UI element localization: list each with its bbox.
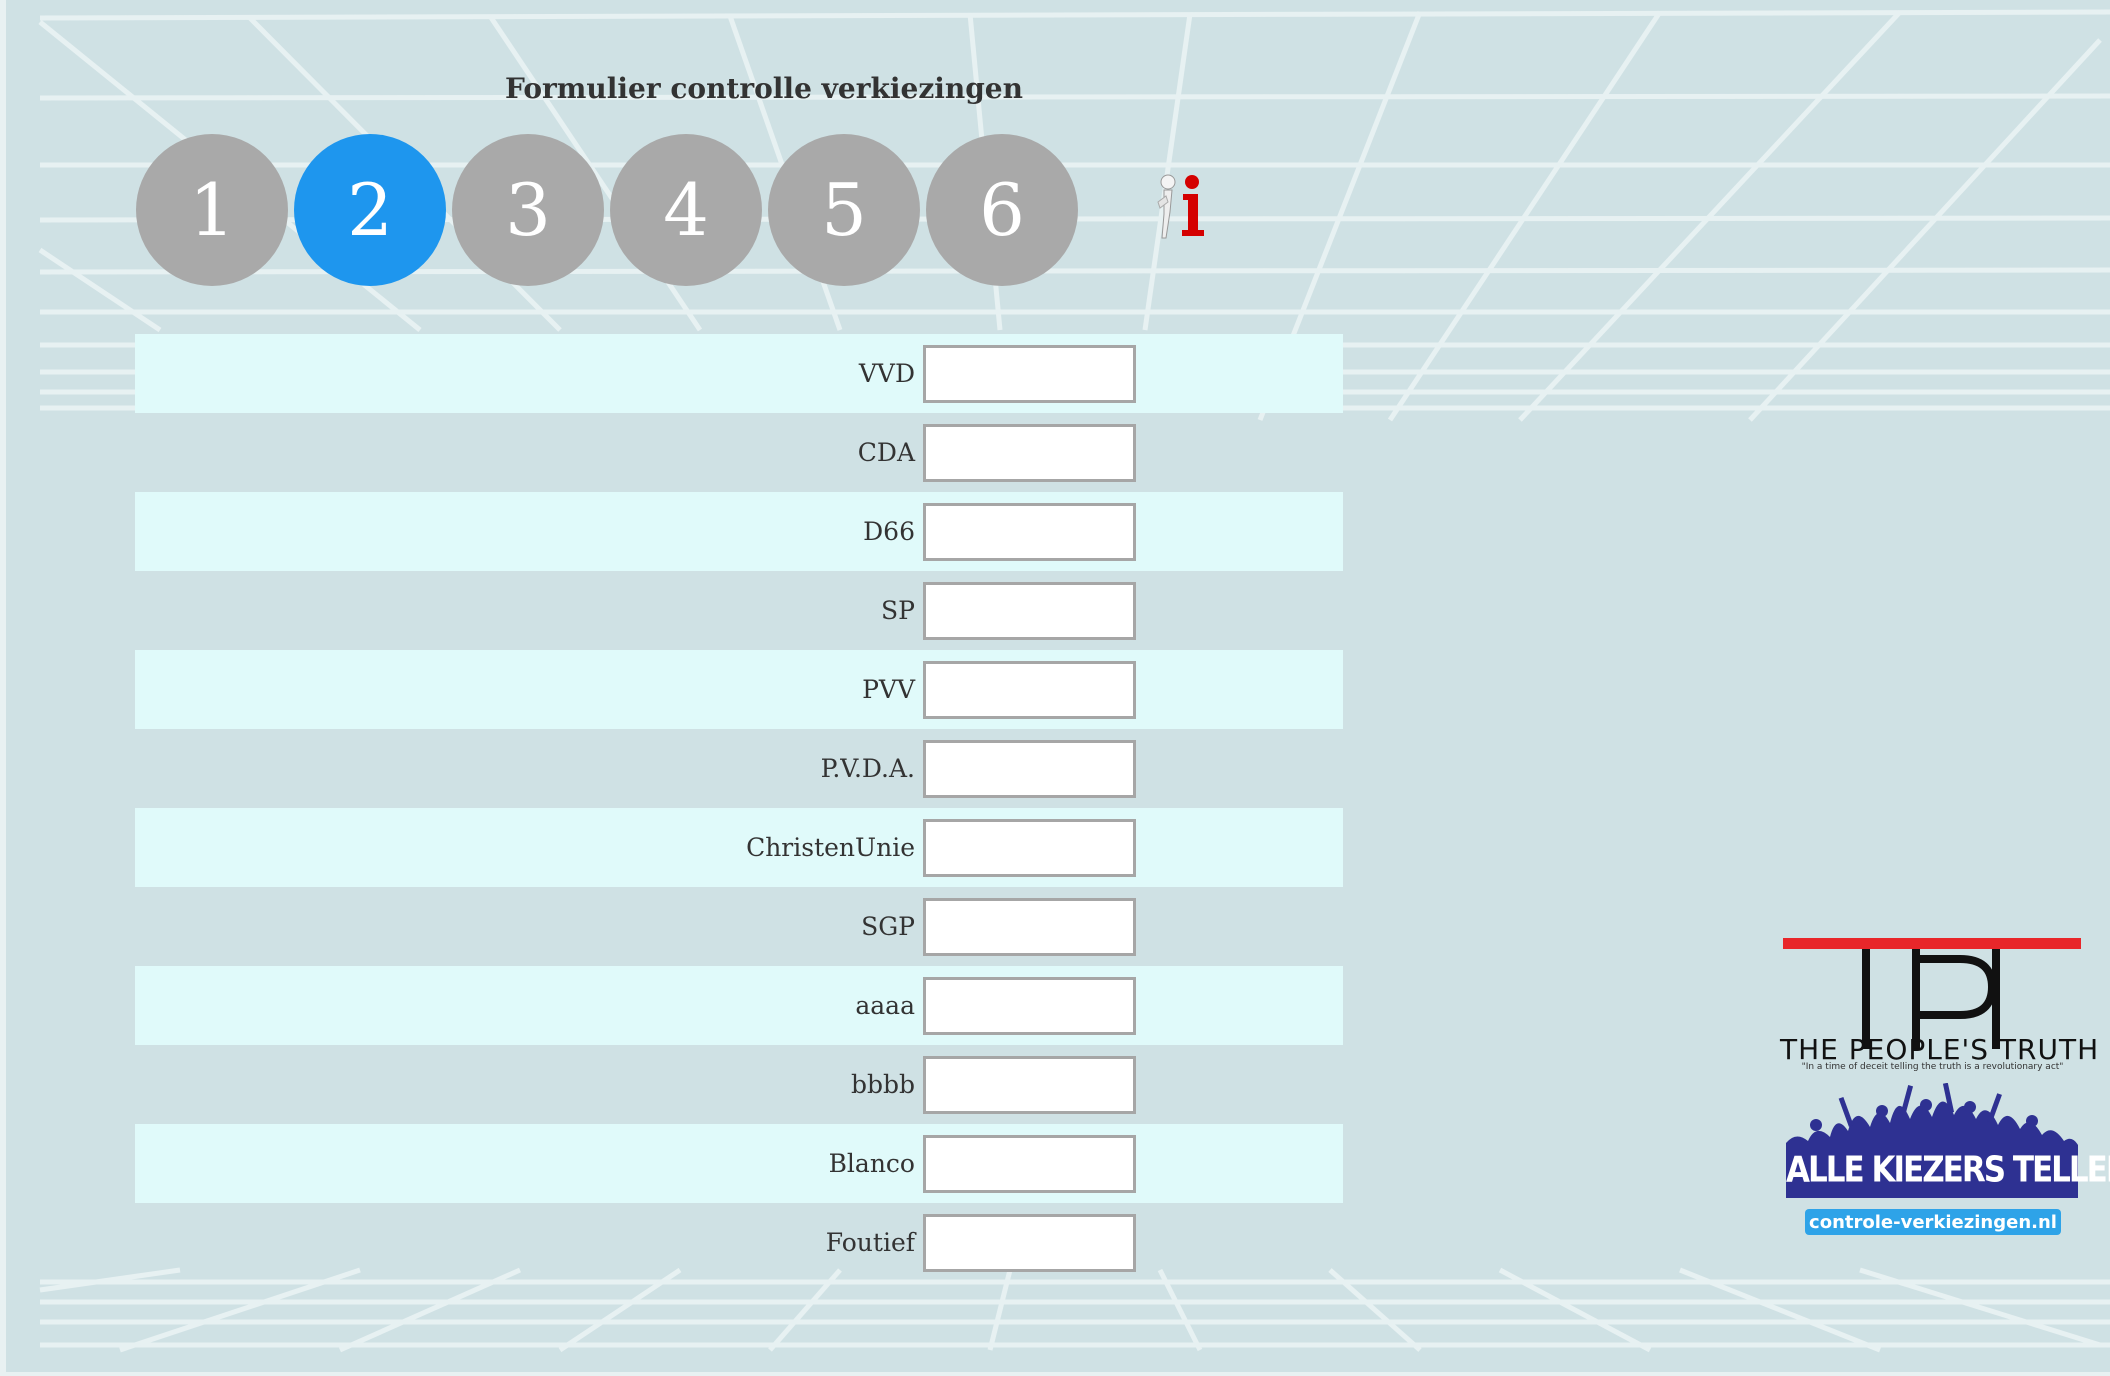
- tpt-quote: "In a time of deceit telling the truth i…: [1801, 1062, 2064, 1072]
- form-row: SGP: [135, 887, 1343, 966]
- party-vote-input[interactable]: [923, 897, 1136, 956]
- party-label: P.V.D.A.: [820, 754, 915, 783]
- step-6-button[interactable]: 6: [926, 134, 1078, 286]
- party-vote-input[interactable]: [923, 502, 1136, 561]
- party-vote-form: VVD CDA D66 SP PVV P.V.D.A. ChristenUnie SGP aaa…: [135, 334, 1343, 1282]
- party-label: ChristenUnie: [746, 833, 915, 862]
- party-label: CDA: [857, 438, 915, 467]
- party-vote-input[interactable]: [923, 739, 1136, 798]
- party-vote-input[interactable]: [923, 344, 1136, 403]
- party-label: SP: [881, 596, 915, 625]
- party-label: bbbb: [850, 1070, 915, 1099]
- step-2-button[interactable]: 2: [294, 134, 446, 286]
- party-vote-input[interactable]: [923, 818, 1136, 877]
- party-vote-input[interactable]: [923, 581, 1136, 640]
- party-vote-input[interactable]: [923, 423, 1136, 482]
- form-row: Foutief: [135, 1203, 1343, 1282]
- step-4-button[interactable]: 4: [610, 134, 762, 286]
- form-row: D66: [135, 492, 1343, 571]
- form-row: SP: [135, 571, 1343, 650]
- party-label: aaaa: [855, 991, 915, 1020]
- form-row: bbbb: [135, 1045, 1343, 1124]
- party-vote-input[interactable]: [923, 1055, 1136, 1114]
- step-1-button[interactable]: 1: [136, 134, 288, 286]
- step-3-button[interactable]: 3: [452, 134, 604, 286]
- page-title: Formulier controlle verkiezingen: [505, 72, 1023, 105]
- form-row: PVV: [135, 650, 1343, 729]
- party-label: PVV: [862, 675, 915, 704]
- party-label: Foutief: [825, 1228, 915, 1257]
- info-icon[interactable]: [1150, 172, 1210, 244]
- party-label: Blanco: [828, 1149, 915, 1178]
- party-vote-input[interactable]: [923, 660, 1136, 719]
- step-5-button[interactable]: 5: [768, 134, 920, 286]
- form-row: Blanco: [135, 1124, 1343, 1203]
- form-row: P.V.D.A.: [135, 729, 1343, 808]
- party-label: D66: [863, 517, 915, 546]
- party-vote-input[interactable]: [923, 1213, 1136, 1272]
- form-row: VVD: [135, 334, 1343, 413]
- party-vote-input[interactable]: [923, 976, 1136, 1035]
- tpt-red-bar: [1783, 938, 2081, 949]
- form-row: ChristenUnie: [135, 808, 1343, 887]
- party-label: VVD: [858, 359, 915, 388]
- form-row: CDA: [135, 413, 1343, 492]
- party-label: SGP: [861, 912, 915, 941]
- akm-name: ALLE KIEZERS TELLEN MEE: [1786, 1149, 2110, 1191]
- site-badge[interactable]: controle-verkiezingen.nl: [1805, 1209, 2061, 1235]
- party-vote-input[interactable]: [923, 1134, 1136, 1193]
- form-row: aaaa: [135, 966, 1343, 1045]
